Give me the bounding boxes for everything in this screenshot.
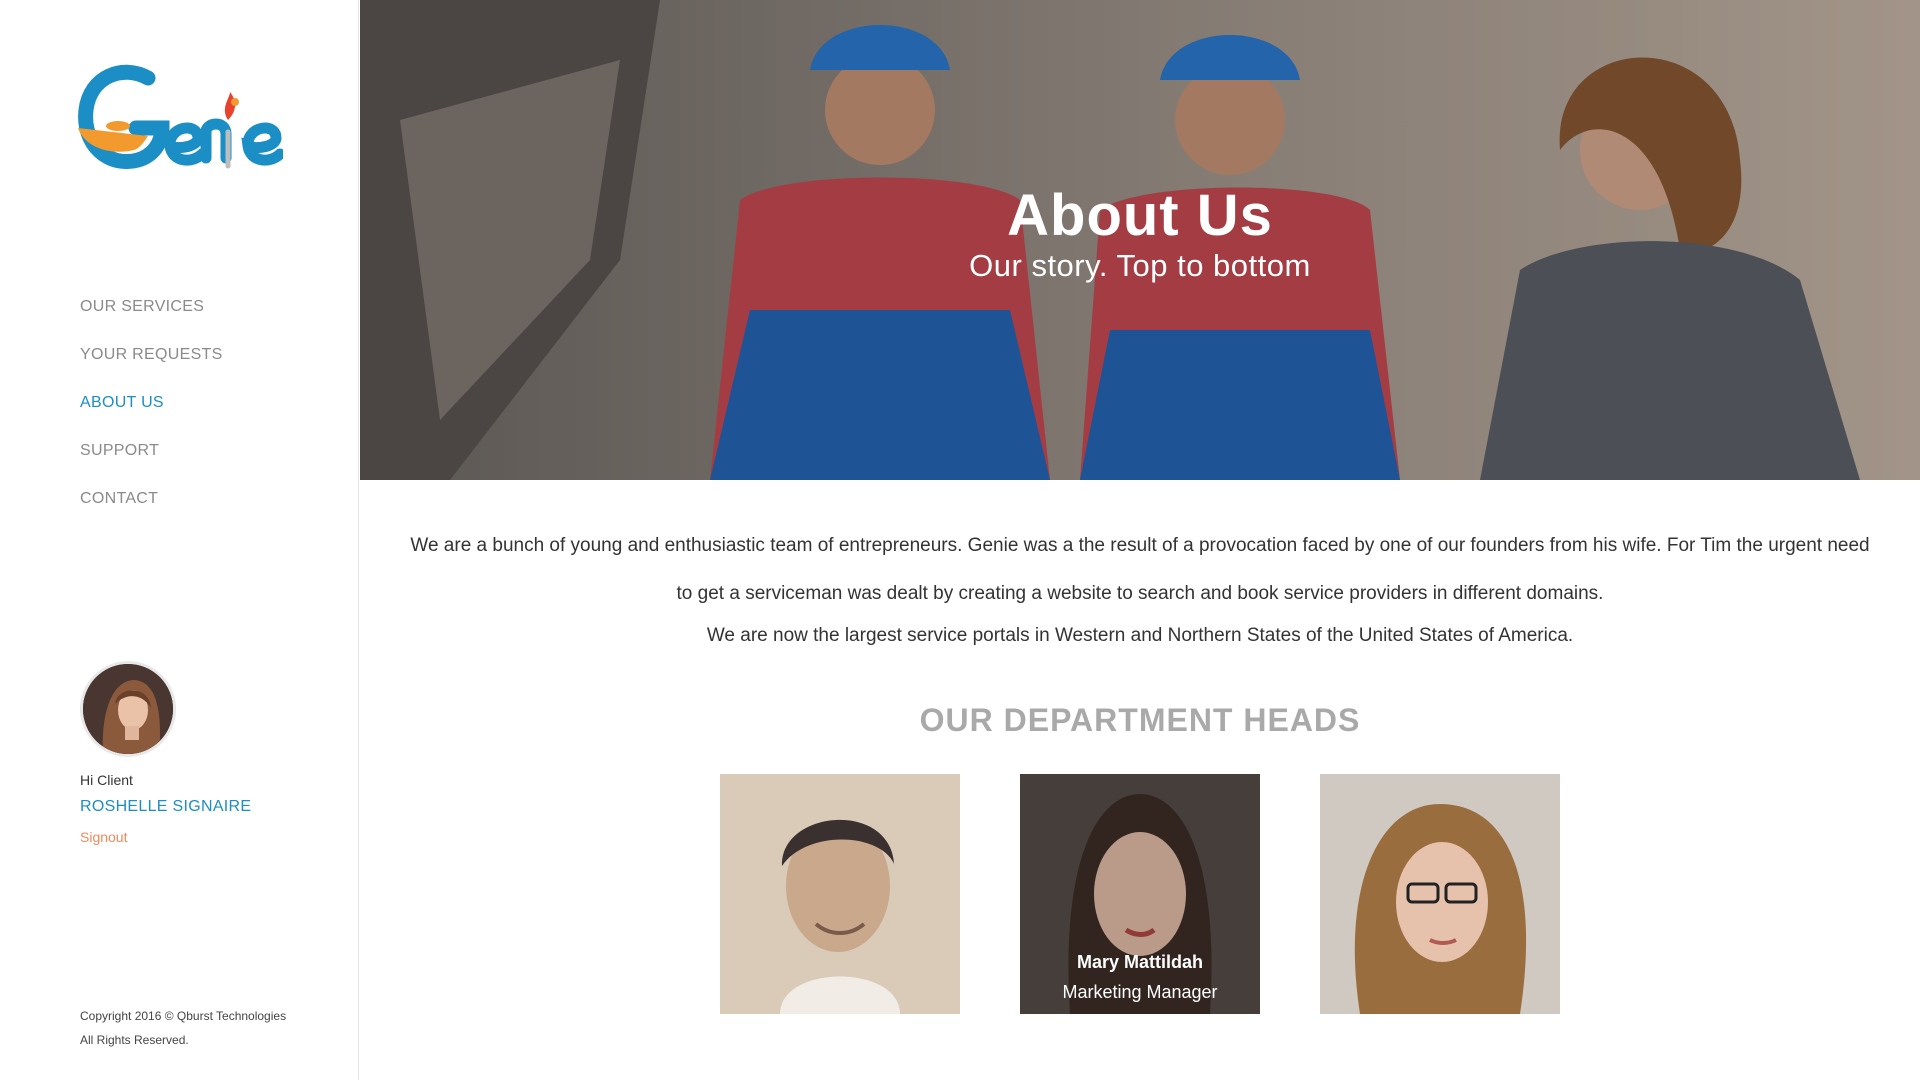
copyright: Copyright 2016 © Qburst Technologies All… (80, 1004, 286, 1052)
genie-lamp-icon (78, 64, 286, 169)
head-name: Mary Mattildah (1076, 952, 1204, 972)
head-photo (720, 774, 960, 1014)
genie-logo[interactable] (78, 62, 286, 178)
intro-paragraph: We are a bunch of young and enthusiastic… (410, 535, 1870, 604)
nav-support[interactable]: SUPPORT (80, 432, 223, 480)
page-subtitle: Our story. Top to bottom (969, 248, 1311, 283)
avatar[interactable] (80, 661, 176, 757)
sidebar: OUR SERVICES YOUR REQUESTS ABOUT US SUPP… (0, 0, 359, 1080)
nav-contact[interactable]: CONTACT (80, 480, 223, 528)
copyright-line: Copyright 2016 © Qburst Technologies (80, 1009, 287, 1023)
nav-about-us[interactable]: ABOUT US (80, 384, 223, 432)
rights-line: All Rights Reserved. (80, 1033, 189, 1047)
head-role: Marketing Manager (1062, 982, 1218, 1002)
department-head-card[interactable] (1320, 774, 1560, 1014)
intro-paragraph-2: We are now the largest service portals i… (706, 625, 1574, 646)
user-name: ROSHELLE SIGNAIRE (80, 798, 252, 815)
section-title: OUR DEPARTMENT HEADS (919, 702, 1361, 738)
hero-banner: About Us Our story. Top to bottom (360, 0, 1920, 480)
signout-link[interactable]: Signout (80, 829, 127, 845)
department-head-card[interactable]: Mary Mattildah Marketing Manager (1020, 774, 1260, 1014)
nav-our-services[interactable]: OUR SERVICES (80, 288, 223, 336)
main-nav: OUR SERVICES YOUR REQUESTS ABOUT US SUPP… (80, 288, 223, 528)
head-photo (1020, 774, 1260, 1014)
greeting-text: Hi Client (80, 772, 133, 788)
department-head-card[interactable] (720, 774, 960, 1014)
head-photo (1320, 774, 1560, 1014)
page-title: About Us (1007, 183, 1273, 248)
user-photo (83, 664, 173, 754)
nav-your-requests[interactable]: YOUR REQUESTS (80, 336, 223, 384)
